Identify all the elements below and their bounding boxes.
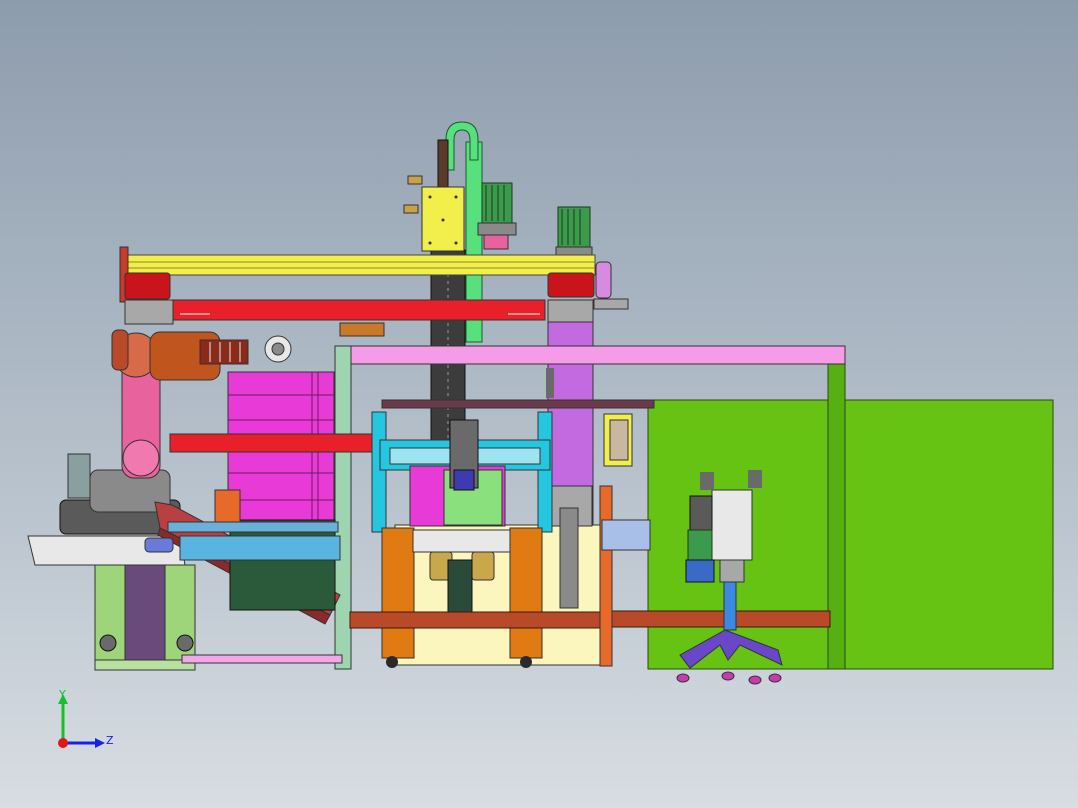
coordinate-triad: Y Z [58,688,114,748]
suction-cup [676,673,690,683]
red-crossbar [169,433,381,453]
suction-cup [748,675,762,685]
pink-frame-post-left [334,345,352,670]
conveyor-rail-mid [349,611,611,629]
picker-frame [711,489,753,561]
pink-frame-top [334,345,846,365]
conveyor-rail-right [599,610,831,628]
green-enclosure-panel [844,399,1054,670]
orange-leg-left [381,527,415,659]
z-axis-label: Z [106,734,114,747]
gantry-top-beam [124,254,596,276]
gantry-end-block-right [547,272,595,298]
gantry-end-block-left [124,272,171,300]
y-axis-label: Y [58,688,66,701]
z-axis-arrow [95,738,105,748]
origin-marker [58,738,68,748]
assembly-drawing [27,121,1054,685]
suction-cup [768,673,782,683]
orange-leg-right [509,527,543,659]
cyan-frame-right [537,411,553,533]
suction-cup [721,671,735,681]
cad-viewport[interactable]: Y Z [0,0,1078,808]
cyan-frame-left [371,411,387,533]
gantry-red-beam [169,299,546,321]
green-frame-post [827,345,846,670]
platform-dark [229,519,336,611]
